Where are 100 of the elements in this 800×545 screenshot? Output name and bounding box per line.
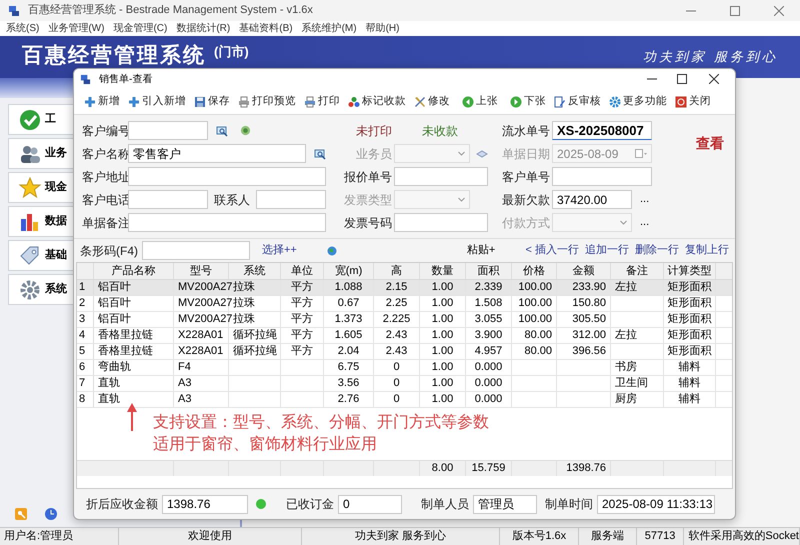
field-label: 已收订金: [286, 496, 334, 513]
dropdown-field[interactable]: [552, 213, 632, 232]
toolbar-button[interactable]: 关闭: [675, 94, 711, 110]
text-field[interactable]: [128, 190, 208, 209]
toolbar-button[interactable]: 上张: [462, 94, 498, 110]
column-header[interactable]: 面积: [466, 263, 512, 279]
toolbar-button[interactable]: 打印: [304, 94, 340, 110]
menu-item[interactable]: 帮助(H): [366, 21, 400, 36]
field-label: 最新欠款: [502, 192, 551, 208]
field-label: 客户编号: [82, 122, 128, 140]
table-cell: 循环拉绳: [233, 329, 277, 341]
column-header[interactable]: 系统: [229, 263, 281, 279]
toolbar-button[interactable]: 标记收款: [348, 94, 406, 110]
toolbar-button[interactable]: 打印预览: [238, 94, 296, 110]
field-label: 折后应收金额: [86, 496, 158, 513]
dropdown-field[interactable]: [394, 144, 470, 163]
column-header[interactable]: 金额: [557, 263, 611, 279]
table-cell: MV200A27: [178, 313, 232, 325]
key-icon[interactable]: [14, 507, 28, 521]
menu-item[interactable]: 系统维护(M): [302, 21, 357, 36]
row-action-link[interactable]: 追加一行: [585, 242, 629, 259]
table-cell: 2.76: [338, 393, 360, 405]
text-field[interactable]: 0: [338, 494, 402, 514]
text-field[interactable]: 零售客户: [128, 144, 306, 163]
table-row[interactable]: 5 香格里拉链 X228A01 循环拉绳 平方 2.04 2.43 1.00 4.957 80.00 396.56 矩形面积: [77, 344, 732, 360]
toolbar-button[interactable]: 修改: [414, 94, 450, 110]
table-row[interactable]: 8 直轨 A3 2.76 0 1.00 0.000 厨房 辅料: [77, 392, 732, 408]
globe-icon[interactable]: [326, 246, 337, 256]
text-field[interactable]: [128, 213, 326, 232]
column-header[interactable]: 高: [374, 263, 420, 279]
column-header[interactable]: 型号: [174, 263, 229, 279]
close-icon[interactable]: [709, 74, 719, 84]
field-label: 制单人员: [421, 496, 469, 513]
text-field[interactable]: 37420.00: [552, 190, 632, 209]
table-row[interactable]: 4 香格里拉链 X228A01 循环拉绳 平方 1.605 2.43 1.00 3.900 80.00 312.00 左拉 矩形面积: [77, 328, 732, 344]
column-header[interactable]: 单位: [281, 263, 324, 279]
toolbar-button[interactable]: 引入新增: [128, 94, 186, 110]
table-cell: 矩形面积: [668, 345, 712, 357]
table-row[interactable]: 6 弯曲轨 F4 6.75 0 1.00 0.000 书房 辅料: [77, 360, 732, 376]
status-text: 服务端: [579, 528, 637, 545]
text-field[interactable]: [142, 241, 250, 260]
table-cell: 0: [393, 393, 400, 405]
column-header[interactable]: 宽(m): [324, 263, 374, 279]
column-header[interactable]: 产品名称: [94, 263, 174, 279]
table-cell: 2.43: [386, 345, 408, 357]
text-field[interactable]: XS-202508007: [552, 121, 652, 140]
table-row[interactable]: 3 铝百叶 MV200A27拉珠 平方 1.373 2.225 1.00 3.055 100.00 305.50 矩形面积: [77, 312, 732, 328]
annotation-text: 支持设置：型号、系统、分幅、开门方式等参数: [153, 413, 489, 433]
table-row[interactable]: 7 直轨 A3 3.56 0 1.00 0.000 卫生间 辅料: [77, 376, 732, 392]
close-icon: [675, 96, 687, 108]
gear-icon: [609, 96, 621, 108]
toolbar-button[interactable]: 新增: [84, 94, 120, 110]
table-row[interactable]: 1 铝百叶 MV200A27拉珠 平方 1.088 2.15 1.00 2.339 100.00 233.90 左拉 矩形面积: [77, 280, 732, 296]
menu-item[interactable]: 业务管理(W): [48, 21, 104, 36]
table-cell: 1.00: [432, 297, 454, 309]
text-field[interactable]: [394, 167, 488, 186]
toolbar-button[interactable]: 更多功能: [609, 94, 667, 110]
column-header[interactable]: 备注: [611, 263, 664, 279]
field-label: 单据日期: [502, 146, 551, 162]
row-action-link[interactable]: 复制上行: [685, 242, 729, 259]
table-cell: 卫生间: [615, 377, 648, 389]
column-header[interactable]: 计算类型: [664, 263, 716, 279]
text-field[interactable]: [394, 213, 488, 232]
text-field[interactable]: [128, 121, 208, 140]
dropdown-field[interactable]: [394, 190, 470, 209]
table-cell: 80.00: [524, 345, 552, 357]
row-action-link[interactable]: < 插入一行: [526, 242, 579, 259]
maximize-icon[interactable]: [677, 74, 687, 84]
text-field[interactable]: 管理员: [473, 494, 537, 514]
text-field[interactable]: [128, 167, 326, 186]
menu-item[interactable]: 现金管理(C): [113, 21, 168, 36]
menu-item[interactable]: 系统(S): [6, 21, 40, 36]
search-icon[interactable]: [216, 124, 228, 136]
toolbar-button[interactable]: 反审核: [554, 94, 601, 110]
text-field[interactable]: [256, 190, 326, 209]
toolbar-button[interactable]: 下张: [510, 94, 546, 110]
target-icon[interactable]: [240, 125, 251, 136]
text-field[interactable]: 2025-08-09 11:33:13: [597, 494, 715, 514]
column-header[interactable]: 价格: [512, 263, 557, 279]
paste-button[interactable]: 粘贴+: [466, 242, 496, 259]
row-action-link[interactable]: 删除一行: [635, 242, 679, 259]
field-label: 制单时间: [545, 496, 593, 513]
menu-item[interactable]: 数据统计(R): [176, 21, 230, 36]
app-icon: [80, 74, 91, 84]
menu-item[interactable]: 基础资料(B): [239, 21, 293, 36]
table-cell: 平方: [291, 281, 313, 293]
text-field[interactable]: [552, 167, 652, 186]
more-button[interactable]: ...: [640, 194, 650, 205]
toolbar-button[interactable]: 保存: [194, 94, 230, 110]
select-link[interactable]: 选择++: [262, 242, 297, 259]
search-icon[interactable]: [314, 148, 326, 160]
table-cell: X228A01: [178, 345, 224, 357]
column-header[interactable]: 数量: [420, 263, 466, 279]
clock-icon[interactable]: [44, 507, 58, 521]
table-row[interactable]: 2 铝百叶 MV200A27拉珠 平方 0.67 2.25 1.00 1.508 100.00 150.80 矩形面积: [77, 296, 732, 312]
table-cell: 1.605: [334, 329, 362, 341]
chevron-down-icon: [620, 220, 627, 225]
text-field[interactable]: 1398.76: [162, 494, 248, 514]
table-cell: 1.00: [432, 329, 454, 341]
field-label: 发票号码: [344, 214, 393, 232]
